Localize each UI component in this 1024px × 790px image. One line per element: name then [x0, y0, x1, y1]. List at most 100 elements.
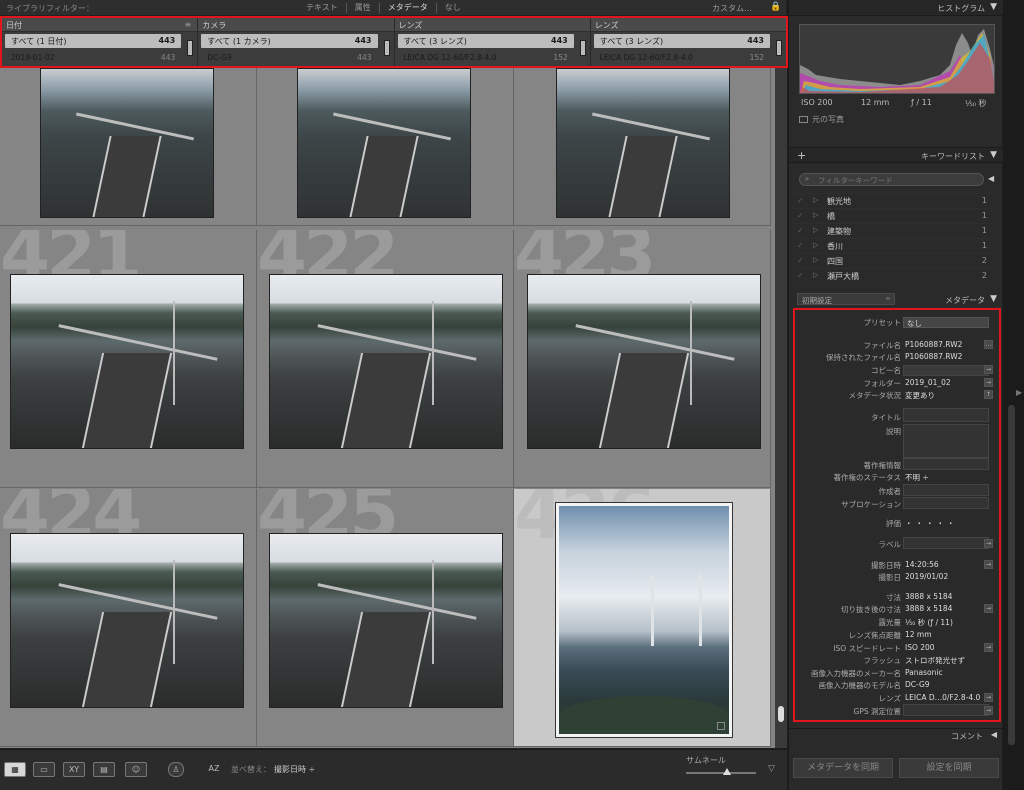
grid-cell[interactable] — [514, 68, 771, 226]
grid-view-icon[interactable]: ▦ — [4, 762, 26, 777]
column-header-camera[interactable]: カメラ — [198, 18, 394, 32]
collapse-triangle-icon[interactable]: ▼ — [990, 150, 997, 160]
field-value[interactable]: P1060887.RW2 — [905, 340, 962, 349]
grid-cell[interactable]: 421 — [0, 230, 257, 488]
photo-thumbnail[interactable] — [527, 274, 761, 449]
filter-tab-attribute[interactable]: 属性 — [345, 3, 379, 13]
photo-thumbnail[interactable] — [269, 274, 503, 449]
expand-triangle-icon[interactable]: ▷ — [813, 271, 818, 279]
column-header-lens[interactable]: レンズ — [394, 18, 590, 32]
check-icon[interactable]: ✓ — [797, 271, 804, 280]
grid-cell[interactable]: 425 — [257, 489, 514, 747]
photo-thumbnail[interactable] — [40, 68, 214, 218]
filter-preset-dropdown[interactable]: カスタム… — [712, 3, 752, 14]
field-action-icon[interactable]: → — [984, 539, 993, 548]
metadata-preset-select[interactable]: なし — [903, 317, 989, 328]
sort-direction-icon[interactable]: AZ — [203, 762, 225, 777]
check-icon[interactable]: ✓ — [797, 196, 804, 205]
people-view-icon[interactable]: ☺ — [125, 762, 147, 777]
expand-triangle-icon[interactable]: ◀ — [991, 730, 997, 739]
keyword-item[interactable]: ✓ ▷ 四国 2 — [793, 253, 997, 268]
sort-select[interactable]: 撮影日時 ÷ — [274, 764, 315, 775]
field-action-icon[interactable]: … — [984, 340, 993, 349]
filter-tab-metadata[interactable]: メタデータ — [378, 3, 436, 13]
loupe-view-icon[interactable]: ▭ — [33, 762, 55, 777]
sync-settings-button[interactable]: 設定を同期 — [899, 758, 999, 778]
photo-thumbnail[interactable] — [10, 274, 244, 449]
check-icon[interactable]: ✓ — [797, 226, 804, 235]
keyword-filter-input[interactable]: ⌕ フィルターキーワード — [799, 173, 984, 186]
compare-view-icon[interactable]: XY — [63, 762, 85, 777]
column-all-row[interactable]: すべて (1 カメラ) 443 — [201, 34, 378, 48]
column-scrollbar[interactable] — [579, 40, 586, 56]
column-header-date[interactable]: 日付 ≡ — [2, 18, 198, 32]
spray-can-icon[interactable]: ♙ — [168, 762, 184, 777]
column-all-row[interactable]: すべて (3 レンズ) 443 — [397, 34, 574, 48]
column-item-row[interactable]: LEICA DG 12-60/F2.8-4.0 152 — [594, 52, 770, 65]
field-input[interactable] — [903, 365, 989, 376]
metadata-panel-header[interactable]: メタデータ ▼ — [899, 292, 1003, 308]
right-panel-scroll-thumb[interactable] — [1008, 405, 1015, 745]
sync-metadata-button[interactable]: メタデータを同期 — [793, 758, 893, 778]
photo-thumbnail[interactable] — [555, 502, 733, 738]
sublocation-input[interactable] — [903, 497, 989, 509]
expand-triangle-icon[interactable]: ▷ — [813, 211, 818, 219]
comment-panel-header[interactable]: コメント ◀ — [789, 728, 1003, 742]
label-input[interactable] — [903, 537, 989, 549]
grid-scroll-thumb[interactable] — [778, 706, 784, 722]
keyword-list-panel-header[interactable]: + キーワードリスト ▼ — [789, 147, 1003, 163]
copyright-input[interactable] — [903, 458, 989, 470]
survey-view-icon[interactable]: ▤ — [93, 762, 115, 777]
field-action-icon[interactable]: → — [984, 643, 993, 652]
expand-triangle-icon[interactable]: ▷ — [813, 256, 818, 264]
panel-collapse-arrow-icon[interactable]: ▶ — [1016, 388, 1022, 397]
collapse-triangle-icon[interactable]: ▼ — [990, 294, 997, 304]
keyword-item[interactable]: ✓ ▷ 香川 1 — [793, 238, 997, 253]
checkbox-icon[interactable] — [799, 116, 808, 123]
histogram-panel-header[interactable]: ヒストグラム ▼ — [789, 0, 1003, 16]
lock-icon[interactable]: 🔒 — [770, 2, 781, 13]
column-scrollbar[interactable] — [383, 40, 390, 56]
grid-cell[interactable]: 423 — [514, 230, 771, 488]
field-action-icon[interactable]: ↑ — [984, 390, 993, 399]
metadata-view-select[interactable]: 初期設定 ÷ — [797, 293, 895, 305]
add-keyword-icon[interactable]: + — [797, 149, 806, 162]
grid-cell[interactable] — [257, 68, 514, 226]
field-action-icon[interactable]: → — [984, 560, 993, 569]
column-all-row[interactable]: すべて (3 レンズ) 443 — [593, 34, 770, 48]
grid-scrollbar[interactable] — [775, 68, 787, 748]
column-item-row[interactable]: LEICA DG 12-60/F2.8-4.0 152 — [398, 52, 574, 65]
toolbar-menu-icon[interactable]: ▽ — [768, 764, 775, 774]
creator-input[interactable] — [903, 484, 989, 496]
filter-tab-text[interactable]: テキスト — [298, 3, 346, 13]
check-icon[interactable]: ✓ — [797, 211, 804, 220]
photo-thumbnail[interactable] — [10, 533, 244, 708]
expand-triangle-icon[interactable]: ▷ — [813, 226, 818, 234]
gps-input[interactable] — [903, 704, 989, 716]
photo-thumbnail[interactable] — [556, 68, 730, 218]
right-panel-scrollbar[interactable]: ▶ — [1003, 0, 1024, 790]
column-menu-icon[interactable]: ≡ — [185, 20, 192, 29]
filter-options-icon[interactable]: ◀ — [988, 174, 994, 183]
title-input[interactable] — [903, 408, 989, 422]
thumbnail-size-handle[interactable] — [722, 768, 731, 775]
photo-thumbnail[interactable] — [297, 68, 471, 218]
keyword-item[interactable]: ✓ ▷ 瀬戸大橋 2 — [793, 268, 997, 283]
check-icon[interactable]: ✓ — [797, 256, 804, 265]
field-action-icon[interactable]: → — [984, 706, 993, 715]
caption-input[interactable] — [903, 424, 989, 458]
grid-cell[interactable]: 424 — [0, 489, 257, 747]
thumbnail-size-slider[interactable] — [686, 772, 756, 774]
photo-thumbnail[interactable] — [269, 533, 503, 708]
column-scrollbar[interactable] — [187, 40, 194, 56]
column-all-row[interactable]: すべて (1 日付) 443 — [5, 34, 182, 48]
copyright-status-select[interactable]: 不明 ÷ — [905, 472, 929, 483]
field-action-icon[interactable]: → — [984, 378, 993, 387]
expand-triangle-icon[interactable]: ▷ — [813, 196, 818, 204]
field-action-icon[interactable]: → — [984, 693, 993, 702]
original-photo-toggle[interactable]: 元の写真 — [799, 114, 844, 125]
column-scrollbar[interactable] — [776, 40, 782, 56]
expand-triangle-icon[interactable]: ▷ — [813, 241, 818, 249]
column-item-row[interactable]: DC-G9 443 — [201, 52, 377, 65]
grid-cell[interactable]: 422 — [257, 230, 514, 488]
